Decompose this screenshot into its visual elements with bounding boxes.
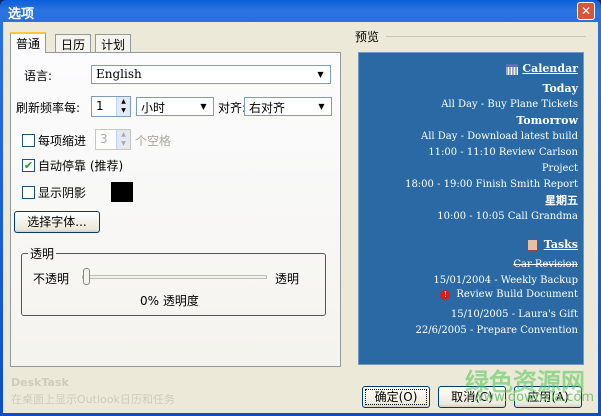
tab-calendar[interactable]: 日历 — [55, 34, 92, 52]
shadow-color-swatch[interactable] — [111, 182, 133, 202]
app-description: 在桌面上显示Outlook日历和任务 — [11, 393, 175, 406]
transparency-slider[interactable] — [82, 275, 267, 279]
tab-schedule[interactable]: 计划 — [95, 34, 132, 52]
refresh-label: 刷新频率每: — [16, 101, 81, 115]
indent-unit: 个空格 — [135, 134, 172, 148]
refresh-stepper[interactable]: 1 ▲ ▼ — [91, 96, 131, 117]
cancel-button[interactable]: 取消(C) — [438, 386, 506, 408]
task-item[interactable]: Car Revision — [359, 257, 578, 273]
calendar-item[interactable]: 11:00 - 11:10 Review Carlson — [359, 145, 578, 161]
apply-button[interactable]: 应用(A) — [514, 386, 582, 408]
refresh-unit-value: 小时 — [141, 101, 166, 115]
refresh-unit-select[interactable]: 小时 ▼ — [136, 97, 214, 116]
shadow-label: 显示阴影 — [38, 186, 87, 200]
calendar-header: Calendar — [359, 61, 578, 77]
align-value: 右对齐 — [249, 101, 286, 115]
tasks-header: Tasks — [359, 237, 578, 253]
slider-thumb[interactable] — [83, 268, 90, 285]
options-dialog: 选项 ✕ 普通 日历 计划 语言: English ▼ 刷新频率每: 1 ▲ ▼ 小时… — [0, 0, 601, 416]
language-select[interactable]: English ▼ — [91, 65, 331, 84]
window-title: 选项 — [8, 7, 35, 22]
chevron-down-icon: ▼ — [318, 102, 325, 111]
align-label: 对齐: — [218, 101, 247, 115]
autodock-checkbox[interactable]: ✔ — [22, 159, 35, 172]
calendar-icon — [506, 63, 519, 75]
choose-font-button[interactable]: 选择字体... — [14, 211, 100, 233]
transparency-legend: 透明 — [28, 245, 57, 262]
refresh-value: 1 — [96, 99, 104, 113]
indent-stepper[interactable]: 3 ▲ ▼ — [95, 129, 131, 150]
tasks-title[interactable]: Tasks — [544, 238, 578, 251]
calendar-item[interactable]: 10:00 - 10:05 Call Grandma — [359, 209, 578, 225]
indent-checkbox[interactable] — [22, 134, 35, 147]
autodock-label: 自动停靠 (推荐) — [38, 159, 124, 173]
calendar-item[interactable]: All Day - Download latest build — [359, 129, 578, 145]
indent-value: 3 — [100, 132, 108, 146]
calendar-item[interactable]: 18:00 - 19:00 Finish Smith Report — [359, 177, 578, 193]
general-panel: 语言: English ▼ 刷新频率每: 1 ▲ ▼ 小时 ▼ 对齐: 右对齐 ▼ 每项缩… — [10, 52, 341, 367]
day-heading: Today — [542, 82, 578, 95]
tasks-icon — [526, 239, 538, 251]
indent-label: 每项缩进 — [38, 134, 87, 148]
transparency-readout: 0% 透明度 — [140, 294, 199, 308]
task-item[interactable]: ! Review Build Document — [359, 289, 578, 301]
calendar-title[interactable]: Calendar — [522, 62, 578, 75]
transparent-label: 透明 — [275, 272, 300, 286]
divider — [386, 36, 586, 37]
transparency-group: 透明 不透明 透明 0% 透明度 — [21, 245, 326, 316]
align-select[interactable]: 右对齐 ▼ — [244, 97, 332, 116]
language-label: 语言: — [24, 69, 53, 83]
task-item[interactable]: 15/10/2005 - Laura's Gift — [359, 307, 578, 323]
priority-icon: ! — [440, 290, 451, 300]
close-button[interactable]: ✕ — [577, 2, 595, 20]
preview-panel: Calendar Today All Day - Buy Plane Ticke… — [358, 52, 584, 365]
shadow-checkbox[interactable] — [22, 186, 35, 199]
calendar-item[interactable]: Project — [359, 161, 578, 177]
dialog-client: 普通 日历 计划 语言: English ▼ 刷新频率每: 1 ▲ ▼ 小时 ▼ 对齐:… — [3, 22, 598, 413]
ok-button[interactable]: 确定(O) — [362, 386, 430, 408]
chevron-down-icon: ▼ — [200, 102, 207, 111]
stepper-arrows-icon[interactable]: ▲ ▼ — [116, 97, 130, 116]
chevron-down-icon: ▼ — [317, 70, 324, 79]
tab-general[interactable]: 普通 — [10, 32, 47, 53]
task-item[interactable]: 15/01/2004 - Weekly Backup — [359, 273, 578, 289]
task-label: Review Build Document — [456, 289, 578, 300]
calendar-item[interactable]: All Day - Buy Plane Tickets — [359, 97, 578, 113]
stepper-arrows-icon[interactable]: ▲ ▼ — [116, 130, 130, 149]
language-value: English — [96, 67, 142, 81]
preview-label: 预览 — [355, 30, 380, 44]
opaque-label: 不透明 — [33, 272, 70, 286]
task-item[interactable]: 22/6/2005 - Prepare Convention — [359, 323, 578, 339]
day-heading: 星期五 — [545, 194, 578, 207]
app-name: DeskTask — [11, 376, 69, 389]
day-heading: Tomorrow — [516, 114, 578, 127]
